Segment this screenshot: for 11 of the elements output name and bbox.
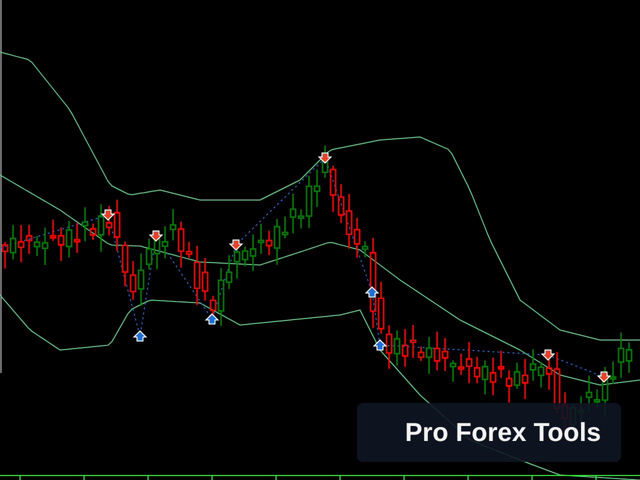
buy-arrow-icon — [372, 339, 388, 350]
sell-arrow-icon — [318, 152, 332, 164]
sell-arrow-icon — [596, 372, 612, 383]
buy-arrow-icon — [204, 313, 220, 324]
sell-arrow-icon — [148, 230, 164, 242]
sell-arrow-icon — [100, 210, 116, 221]
buy-arrow-icon — [132, 330, 148, 342]
buy-arrow-icon — [364, 286, 380, 298]
sell-arrow-icon — [228, 240, 244, 251]
sell-arrow-icon — [540, 350, 556, 361]
brand-label: Pro Forex Tools — [357, 403, 621, 462]
